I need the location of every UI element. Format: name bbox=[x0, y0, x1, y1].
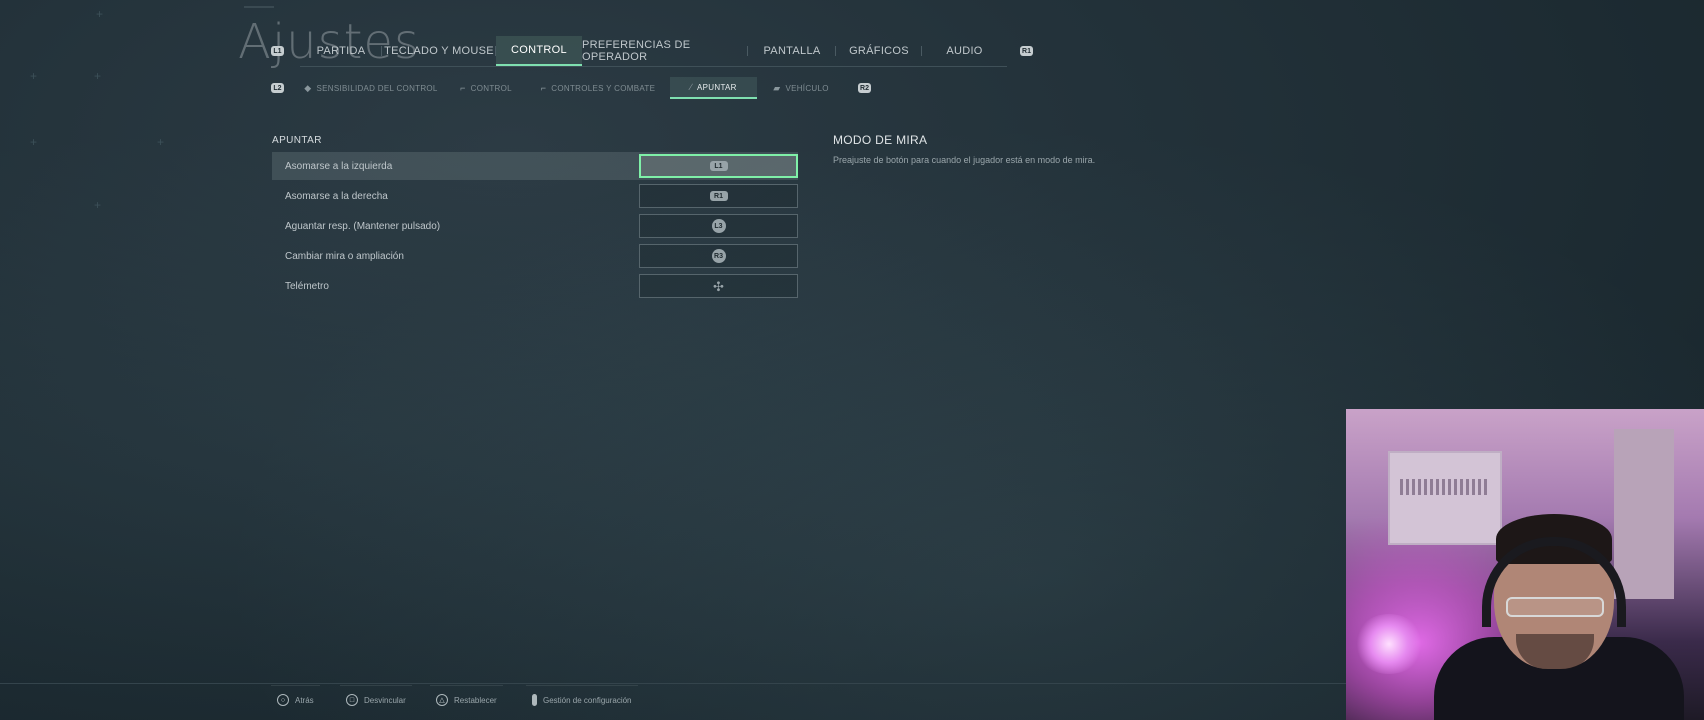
triangle-button-icon: △ bbox=[436, 694, 448, 706]
tab-pantalla[interactable]: PANTALLA bbox=[748, 36, 836, 66]
webcam-lamp bbox=[1354, 614, 1424, 674]
unbind-label: Desvincular bbox=[364, 695, 406, 705]
binding-cambiar-mira[interactable]: R3 bbox=[639, 244, 798, 268]
gun-icon: ⌐ bbox=[460, 83, 466, 93]
hud-crosshair-mark: + bbox=[157, 135, 165, 149]
r2-trigger-badge[interactable]: R2 bbox=[858, 83, 871, 93]
binding-telemetro[interactable]: ✣ bbox=[639, 274, 798, 298]
square-button-icon: □ bbox=[346, 694, 358, 706]
binding-asomarse-izquierda[interactable]: L1 bbox=[639, 154, 798, 178]
webcam-glasses bbox=[1506, 597, 1604, 617]
binding-aguantar-resp[interactable]: L3 bbox=[639, 214, 798, 238]
subtab-sensibilidad-del-control[interactable]: ◆ SENSIBILIDAD DEL CONTROL bbox=[296, 77, 446, 99]
footer-divider bbox=[0, 683, 1346, 684]
back-button[interactable]: ○ Atrás bbox=[271, 685, 320, 711]
dpad-icon: ✣ bbox=[713, 278, 724, 294]
tab-graficos[interactable]: GRÁFICOS bbox=[836, 36, 922, 66]
setting-label: Cambiar mira o ampliación bbox=[285, 250, 404, 262]
setting-label: Aguantar resp. (Mantener pulsado) bbox=[285, 220, 441, 232]
subtab-label: APUNTAR bbox=[697, 82, 737, 92]
unbind-button[interactable]: □ Desvincular bbox=[340, 685, 412, 711]
hud-crosshair-mark: + bbox=[96, 7, 104, 21]
rifle-icon: ⌐ bbox=[540, 83, 547, 93]
l2-trigger-badge[interactable]: L2 bbox=[271, 83, 284, 93]
reset-button[interactable]: △ Restablecer bbox=[430, 685, 503, 711]
subtab-controles-y-combate[interactable]: ⌐ CONTROLES Y COMBATE bbox=[526, 77, 670, 99]
circle-button-icon: ○ bbox=[277, 694, 289, 706]
top-nav-divider bbox=[300, 66, 1007, 67]
r1-bumper-badge[interactable]: R1 bbox=[1020, 46, 1033, 56]
hud-crosshair-mark: + bbox=[30, 135, 38, 149]
top-nav: PARTIDA TECLADO Y MOUSE CONTROL PREFEREN… bbox=[300, 36, 1007, 66]
button-badge: R3 bbox=[711, 249, 726, 263]
binding-asomarse-derecha[interactable]: R1 bbox=[639, 184, 798, 208]
l1-bumper-badge[interactable]: L1 bbox=[271, 46, 284, 56]
tab-control[interactable]: CONTROL bbox=[496, 36, 582, 66]
subtab-apuntar[interactable]: ∕ APUNTAR bbox=[670, 77, 757, 99]
subtab-control[interactable]: ⌐ CONTROL bbox=[446, 77, 526, 99]
description-title: MODO DE MIRA bbox=[833, 133, 928, 147]
subtab-label: CONTROLES Y COMBATE bbox=[551, 83, 656, 93]
tab-teclado-y-mouse[interactable]: TECLADO Y MOUSE bbox=[382, 36, 496, 66]
header-accent-line bbox=[244, 6, 274, 8]
section-heading: APUNTAR bbox=[272, 135, 322, 146]
subtab-label: VEHÍCULO bbox=[785, 83, 829, 93]
gamepad-icon: ◆ bbox=[304, 82, 312, 93]
knife-icon: ∕ bbox=[690, 82, 693, 92]
hud-crosshair-mark: + bbox=[30, 69, 38, 83]
webcam-shelf bbox=[1614, 429, 1674, 599]
button-badge: R1 bbox=[709, 191, 728, 201]
tab-audio[interactable]: AUDIO bbox=[922, 36, 1007, 66]
tab-preferencias-de-operador[interactable]: PREFERENCIAS DE OPERADOR bbox=[582, 36, 748, 66]
webcam-wall-vent bbox=[1388, 451, 1502, 545]
hud-crosshair-mark: + bbox=[94, 198, 102, 212]
config-management-label: Gestión de configuración bbox=[543, 695, 632, 705]
reset-label: Restablecer bbox=[454, 695, 497, 705]
subtab-label: CONTROL bbox=[470, 83, 512, 93]
setting-label: Asomarse a la derecha bbox=[285, 190, 388, 202]
touchpad-icon bbox=[532, 694, 537, 706]
sub-nav: ◆ SENSIBILIDAD DEL CONTROL ⌐ CONTROL ⌐ C… bbox=[296, 77, 845, 99]
button-badge: L3 bbox=[711, 219, 726, 233]
subtab-vehiculo[interactable]: ▰ VEHÍCULO bbox=[757, 77, 845, 99]
button-badge: L1 bbox=[709, 161, 728, 171]
hud-crosshair-mark: + bbox=[94, 69, 102, 83]
back-label: Atrás bbox=[295, 695, 314, 705]
webcam-overlay bbox=[1346, 409, 1704, 720]
tab-partida[interactable]: PARTIDA bbox=[300, 36, 382, 66]
subtab-label: SENSIBILIDAD DEL CONTROL bbox=[316, 83, 438, 93]
config-management-button[interactable]: Gestión de configuración bbox=[526, 685, 638, 711]
setting-label: Telémetro bbox=[285, 280, 329, 292]
setting-label: Asomarse a la izquierda bbox=[285, 160, 393, 172]
vehicle-icon: ▰ bbox=[773, 82, 781, 93]
description-text: Preajuste de botón para cuando el jugado… bbox=[833, 155, 1096, 165]
